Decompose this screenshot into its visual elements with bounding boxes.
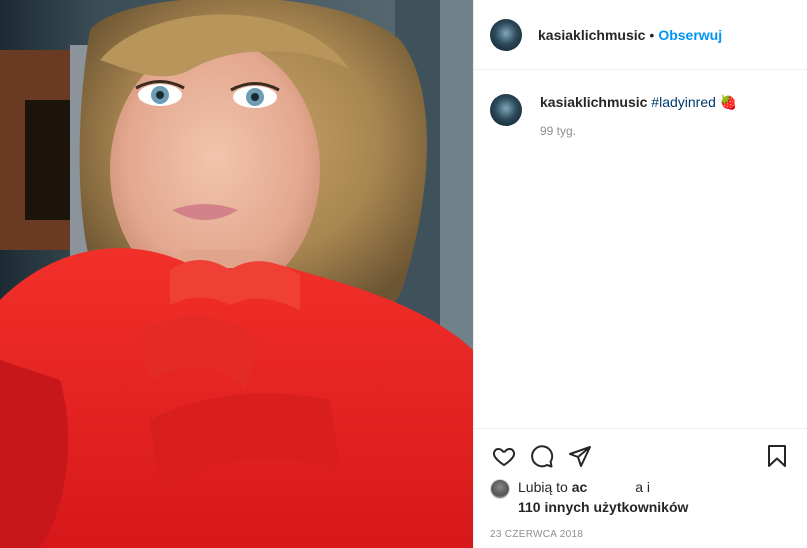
selfie-image (0, 0, 473, 548)
liker-name[interactable]: ac (572, 479, 588, 495)
likes-suffix: a i (635, 479, 650, 495)
post-photo[interactable] (0, 0, 473, 548)
heart-icon (492, 447, 516, 467)
post-footer: Lubią to ac a i 110 innych użytkowników … (474, 428, 807, 540)
caption-row: kasiaklichmusic #ladyinred 🍓 99 tyg. (474, 70, 807, 138)
caption-avatar[interactable] (490, 94, 522, 126)
bookmark-icon (768, 445, 786, 467)
likes-text: Lubią to ac a i 110 innych użytkowników (518, 477, 688, 517)
author-username[interactable]: kasiaklichmusic (538, 27, 645, 43)
share-button[interactable] (566, 442, 594, 470)
hashtag-link[interactable]: #ladyinred (651, 94, 716, 110)
post-sidebar: kasiaklichmusic • Obserwuj kasiaklichmus… (473, 0, 807, 548)
likes-others-link[interactable]: 110 innych użytkowników (518, 499, 688, 515)
caption-time[interactable]: 99 tyg. (540, 124, 737, 138)
likes-prefix: Lubią to (518, 479, 572, 495)
post-header: kasiaklichmusic • Obserwuj (474, 0, 807, 70)
comment-icon (531, 445, 554, 468)
follow-button[interactable]: Obserwuj (658, 27, 722, 43)
header-separator: • (649, 26, 655, 43)
action-bar (474, 429, 807, 471)
caption-username[interactable]: kasiaklichmusic (540, 94, 647, 110)
caption-body: kasiaklichmusic #ladyinred 🍓 99 tyg. (540, 92, 737, 138)
liker-avatar[interactable] (490, 479, 510, 499)
like-button[interactable] (490, 442, 518, 470)
instagram-post: kasiaklichmusic • Obserwuj kasiaklichmus… (0, 0, 807, 548)
save-button[interactable] (763, 442, 791, 470)
comment-button[interactable] (528, 442, 556, 470)
likes-row: Lubią to ac a i 110 innych użytkowników (474, 471, 807, 517)
post-date[interactable]: 23 CZERWCA 2018 (474, 517, 807, 540)
strawberry-emoji: 🍓 (719, 94, 738, 110)
share-icon (569, 446, 591, 467)
caption-text: kasiaklichmusic #ladyinred 🍓 (540, 92, 737, 112)
author-avatar[interactable] (490, 18, 522, 51)
